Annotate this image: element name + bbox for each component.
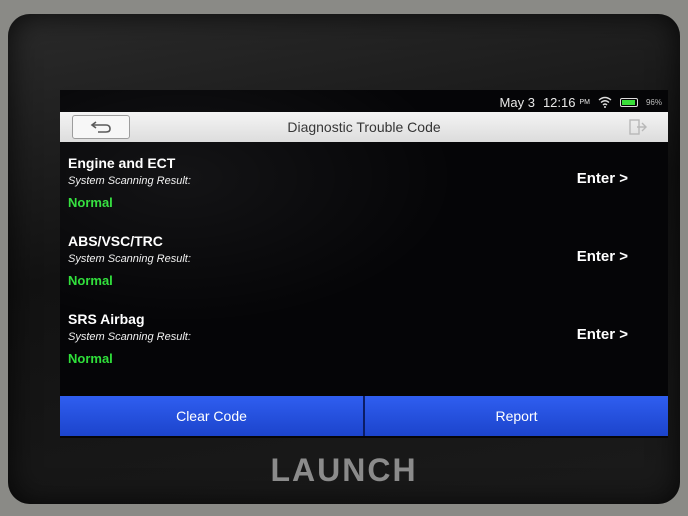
- system-name: SRS Airbag: [68, 311, 145, 327]
- back-button[interactable]: [72, 115, 130, 139]
- system-name: Engine and ECT: [68, 155, 176, 171]
- enter-button[interactable]: Enter >: [577, 170, 628, 187]
- status-ampm: PM: [579, 98, 590, 106]
- exit-icon: [629, 119, 647, 135]
- status-time: 12:16: [542, 94, 576, 110]
- report-button[interactable]: Report: [363, 396, 668, 436]
- system-item-abs: ABS/VSC/TRC System Scanning Result: Norm…: [60, 228, 668, 306]
- exit-button[interactable]: [628, 117, 648, 137]
- device-screen: May 3 12:16 PM 96% Diagnostic Trouble Co…: [60, 90, 668, 438]
- scan-result-label: System Scanning Result:: [68, 175, 191, 187]
- battery-fill: [621, 99, 636, 105]
- back-arrow-icon: [90, 121, 111, 133]
- scan-result-label: System Scanning Result:: [68, 253, 191, 265]
- status-bar: May 3 12:16 PM 96%: [500, 94, 662, 110]
- title-bar: Diagnostic Trouble Code: [60, 112, 668, 142]
- scan-result-label: System Scanning Result:: [68, 331, 191, 343]
- battery-icon: [619, 97, 638, 107]
- status-date: May 3: [499, 94, 535, 110]
- scan-result-value: Normal: [68, 273, 113, 288]
- page-title: Diagnostic Trouble Code: [287, 119, 441, 135]
- system-item-srs: SRS Airbag System Scanning Result: Norma…: [60, 306, 668, 384]
- scan-result-value: Normal: [68, 351, 113, 366]
- system-name: ABS/VSC/TRC: [68, 233, 163, 249]
- enter-button[interactable]: Enter >: [577, 326, 628, 343]
- battery-text: 96%: [645, 97, 662, 107]
- system-item-engine: Engine and ECT System Scanning Result: N…: [60, 150, 668, 228]
- system-list: Engine and ECT System Scanning Result: N…: [60, 150, 668, 384]
- action-bar: Clear Code Report: [60, 396, 668, 436]
- brand-logo: LAUNCH: [270, 452, 418, 488]
- wifi-icon: [598, 96, 612, 108]
- clear-code-button[interactable]: Clear Code: [60, 396, 363, 436]
- scan-result-value: Normal: [68, 195, 113, 210]
- enter-button[interactable]: Enter >: [577, 248, 628, 265]
